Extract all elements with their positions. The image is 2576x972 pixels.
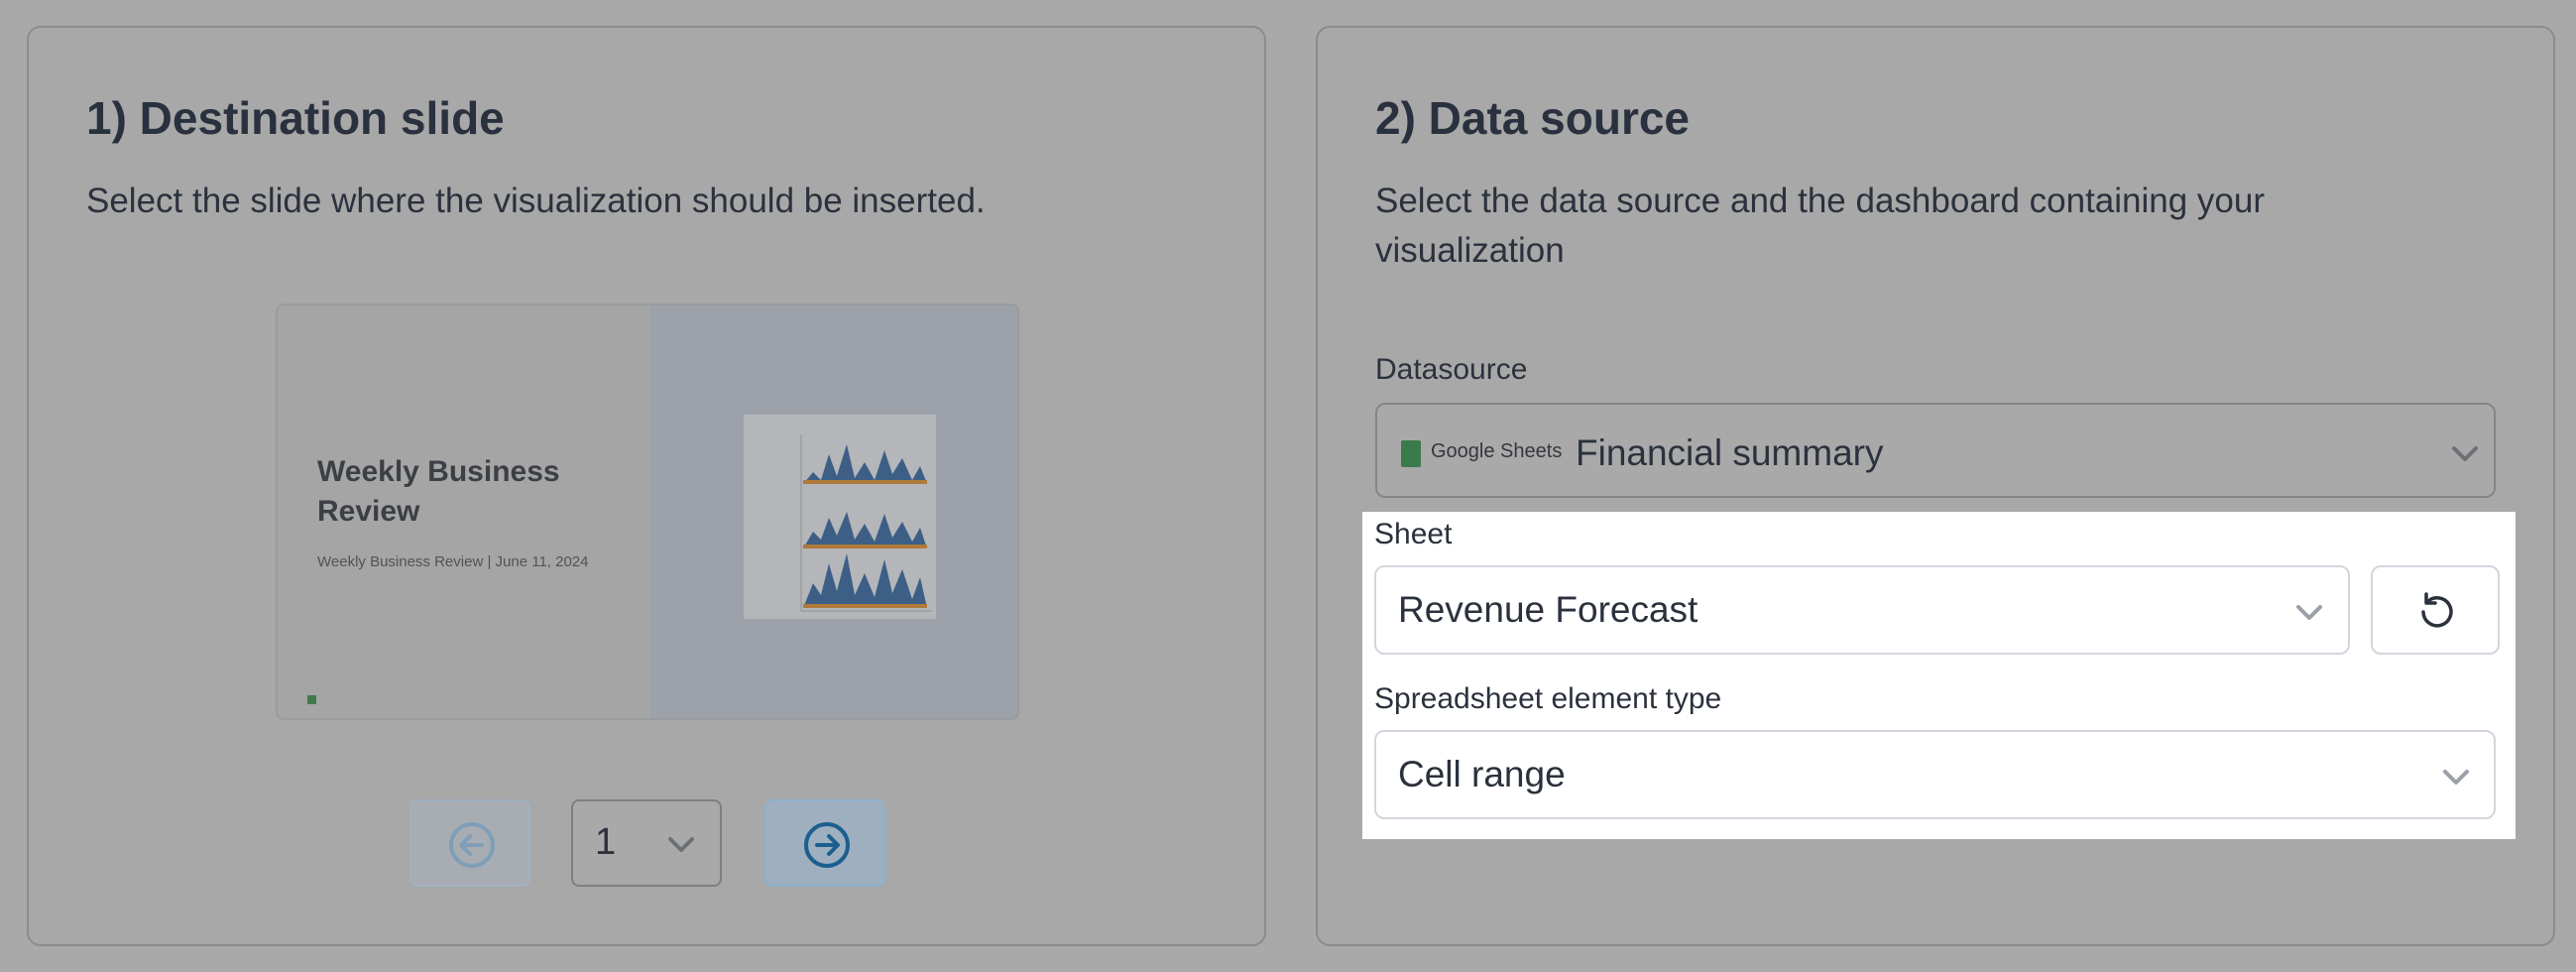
sheet-select[interactable]: Revenue Forecast [1374, 565, 2350, 655]
google-sheets-icon [1401, 440, 1421, 467]
slide-subtitle: Weekly Business Review | June 11, 2024 [317, 553, 589, 570]
destination-description: Select the slide where the visualization… [86, 182, 986, 220]
data-source-description-line1: Select the data source and the dashboard… [1375, 182, 2266, 220]
slide-title: Weekly Business Review [317, 455, 560, 528]
slide-preview[interactable]: Weekly Business Review Weekly Business R… [276, 304, 1019, 720]
element-type-select[interactable]: Cell range [1374, 730, 2496, 819]
destination-slide-card: 1) Destination slide Select the slide wh… [27, 26, 1266, 946]
slide-logo [307, 695, 316, 704]
arrow-left-circle-icon [449, 822, 495, 868]
datasource-label: Datasource [1375, 353, 1528, 386]
refresh-sheets-button[interactable] [2371, 565, 2500, 655]
datasource-value: Financial summary [1576, 432, 1884, 473]
slide-chart-thumbnail [744, 415, 936, 619]
next-slide-button[interactable] [764, 799, 885, 887]
chart-thumbnail-graphic [800, 434, 932, 612]
data-source-description-line2: visualization [1375, 231, 1565, 270]
sheet-settings-highlight: Sheet Revenue Forecast Spreadsheet eleme… [1362, 512, 2516, 839]
element-type-label: Spreadsheet element type [1374, 682, 1722, 715]
page-select[interactable]: 1 [571, 799, 722, 887]
element-type-value: Cell range [1398, 754, 1566, 794]
chevron-down-icon [2296, 605, 2322, 620]
chevron-down-icon [668, 837, 694, 852]
datasource-select[interactable]: Google Sheets Financial summary [1375, 403, 2496, 498]
page-number: 1 [595, 821, 617, 863]
previous-slide-button[interactable] [410, 799, 530, 887]
arrow-right-circle-icon [804, 822, 850, 868]
google-sheets-brand: Google Sheets [1431, 440, 1563, 462]
chevron-down-icon [2452, 446, 2478, 461]
data-source-title: 2) Data source [1375, 92, 1691, 144]
chevron-down-icon [2443, 770, 2469, 785]
destination-title: 1) Destination slide [86, 92, 505, 144]
sheet-value: Revenue Forecast [1398, 589, 1698, 630]
refresh-icon [2421, 592, 2453, 628]
sheet-label: Sheet [1374, 518, 1453, 550]
